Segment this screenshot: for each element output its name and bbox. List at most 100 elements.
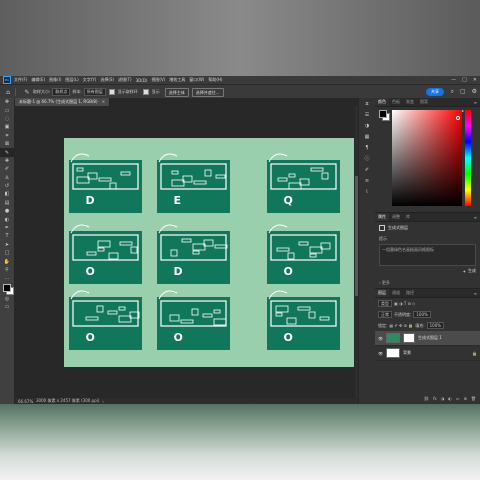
layer-name[interactable]: 生成式图层 1	[418, 335, 442, 341]
pen-tool-icon[interactable]: ✒	[0, 224, 14, 232]
settings-icon[interactable]: ⚙	[472, 88, 477, 96]
layer-filter-select[interactable]: 类型	[378, 300, 392, 307]
styles-icon[interactable]: ▦	[359, 131, 375, 142]
panel-menu-icon[interactable]: ≡	[474, 215, 477, 220]
quick-mask-icon[interactable]: ◎	[0, 295, 14, 303]
frame-tool-icon[interactable]: ⊠	[0, 140, 14, 148]
artboard-tool-icon[interactable]: ▭	[0, 106, 14, 114]
hue-slider[interactable]	[465, 110, 471, 206]
maximize-icon[interactable]: □	[462, 77, 467, 83]
blur-tool-icon[interactable]: ●	[0, 207, 14, 215]
opacity-input[interactable]: 100%	[413, 311, 431, 318]
eyedropper-tool-icon[interactable]: ✎	[23, 88, 31, 96]
link-icon[interactable]: ⛓	[424, 396, 429, 403]
layer-row[interactable]: 👁 背景 🔒	[375, 346, 480, 361]
fx-icon[interactable]: fx	[433, 396, 437, 403]
menu-3d[interactable]: 3D(D)	[136, 78, 148, 83]
new-layer-icon[interactable]: ⊞	[464, 396, 467, 403]
healing-tool-icon[interactable]: ✚	[0, 157, 14, 165]
tab-close-icon[interactable]: ✕	[102, 99, 105, 104]
tab-patterns[interactable]: 图案	[417, 98, 431, 106]
tab-properties[interactable]: 属性	[375, 213, 389, 221]
share-button[interactable]: 共享	[426, 88, 444, 96]
menu-edit[interactable]: 编辑(E)	[31, 77, 45, 83]
eyedropper-tool-icon[interactable]: ✎	[0, 148, 14, 157]
path-select-tool-icon[interactable]: ➤	[0, 241, 14, 249]
search-icon[interactable]: ⌕	[451, 88, 454, 96]
tab-swatches[interactable]: 色板	[389, 98, 403, 106]
saturation-brightness-field[interactable]	[392, 110, 462, 206]
sample-layers-select[interactable]: 所有图层	[83, 88, 106, 96]
rectangle-tool-icon[interactable]: □	[0, 249, 14, 257]
document-canvas[interactable]: D E Q O D O O O O	[64, 138, 354, 367]
history-brush-tool-icon[interactable]: ↺	[0, 182, 14, 190]
show-ring-checkbox[interactable]	[108, 89, 115, 95]
visibility-eye-icon[interactable]: 👁	[378, 336, 383, 341]
lasso-tool-icon[interactable]: ◌	[0, 115, 14, 123]
menu-help[interactable]: 帮助(H)	[208, 77, 222, 83]
paths-icon[interactable]: ⌇	[359, 186, 375, 197]
menu-file[interactable]: 文件(F)	[14, 77, 27, 83]
home-icon[interactable]: ⌂	[4, 88, 12, 96]
hand-tool-icon[interactable]: ✋	[0, 257, 14, 265]
sample-size-select[interactable]: 取样点	[52, 88, 71, 96]
menu-view[interactable]: 视图(V)	[151, 77, 165, 83]
move-tool-icon[interactable]: ✥	[0, 98, 14, 106]
visibility-eye-icon[interactable]: 👁	[378, 351, 383, 356]
tab-channels[interactable]: 通道	[389, 289, 403, 297]
zoom-level[interactable]: 66.67%	[18, 399, 36, 404]
eraser-tool-icon[interactable]: ◧	[0, 190, 14, 198]
zoom-tool-icon[interactable]: ⚲	[0, 266, 14, 274]
color-picker-marker[interactable]	[456, 116, 460, 120]
mask-icon[interactable]: ◑	[441, 396, 445, 403]
menu-plugins[interactable]: 增效工具	[169, 77, 185, 83]
info-icon[interactable]: ⓘ	[359, 153, 375, 164]
minimize-icon[interactable]: —	[451, 77, 456, 83]
menu-select[interactable]: 选择(S)	[100, 77, 114, 83]
menu-window[interactable]: 窗口(W)	[189, 77, 204, 83]
tab-color[interactable]: 颜色	[375, 98, 389, 106]
prompt-input[interactable]: 一组墨绿色名画插画风格图标	[379, 244, 476, 266]
panel-menu-icon[interactable]: ≡	[474, 291, 477, 296]
group-icon[interactable]: ▭	[456, 396, 460, 403]
tab-adjustments[interactable]: 调整	[389, 213, 403, 221]
more-tools-icon[interactable]: …	[0, 274, 14, 282]
screen-mode-icon[interactable]: ▭	[0, 303, 14, 311]
generate-button[interactable]: ✦ 生成	[463, 268, 476, 274]
tab-layers[interactable]: 图层	[375, 289, 389, 297]
channels-icon[interactable]: ≋	[359, 175, 375, 186]
object-select-tool-icon[interactable]: ▣	[0, 123, 14, 131]
adjustments-icon[interactable]: ◑	[359, 120, 375, 131]
menu-layer[interactable]: 图层(L)	[65, 77, 78, 83]
hue-slider-marker[interactable]	[462, 110, 464, 112]
menu-image[interactable]: 图像(I)	[49, 77, 61, 83]
crop-tool-icon[interactable]: ⌗	[0, 132, 14, 140]
paragraph-icon[interactable]: ¶	[359, 142, 375, 153]
tab-gradients[interactable]: 渐变	[403, 98, 417, 106]
blend-mode-select[interactable]: 正常	[378, 311, 392, 318]
select-subject-button[interactable]: 选择主体	[164, 87, 189, 97]
show-checkbox[interactable]	[142, 89, 149, 95]
brushes-icon[interactable]: ✐	[359, 164, 375, 175]
document-tab[interactable]: 未标题-1 @ 66.7% (生成式图层 1, RGB/8) ✕	[15, 98, 111, 106]
foreground-color-swatch[interactable]	[379, 110, 387, 118]
layer-row[interactable]: 👁 生成式图层 1	[375, 331, 480, 346]
tab-libraries[interactable]: 库	[403, 213, 413, 221]
filter-icons[interactable]: ▣ ◑ T ⊞ ◇	[394, 301, 415, 306]
layer-name[interactable]: 背景	[403, 350, 411, 356]
stamp-tool-icon[interactable]: ♙	[0, 174, 14, 182]
fill-input[interactable]: 100%	[426, 322, 445, 329]
history-icon[interactable]: ⧖	[359, 98, 375, 109]
select-and-mask-button[interactable]: 选择并遮住...	[191, 87, 224, 97]
foreground-color-swatch[interactable]	[3, 283, 11, 292]
menu-filter[interactable]: 滤镜(T)	[118, 77, 132, 83]
type-tool-icon[interactable]: T	[0, 232, 14, 240]
properties-icon[interactable]: ☰	[359, 109, 375, 120]
close-icon[interactable]: ✕	[473, 77, 477, 83]
canvas-viewport[interactable]: D E Q O D O O O O	[15, 106, 358, 398]
chevron-right-icon[interactable]: ›	[102, 399, 104, 404]
workspace-icon[interactable]: ▢	[460, 88, 466, 96]
brush-tool-icon[interactable]: ✐	[0, 165, 14, 173]
panel-menu-icon[interactable]: ≡	[474, 100, 477, 105]
lock-icons[interactable]: ▦ ✐ ✥ ⊞ 🔒	[389, 323, 413, 328]
